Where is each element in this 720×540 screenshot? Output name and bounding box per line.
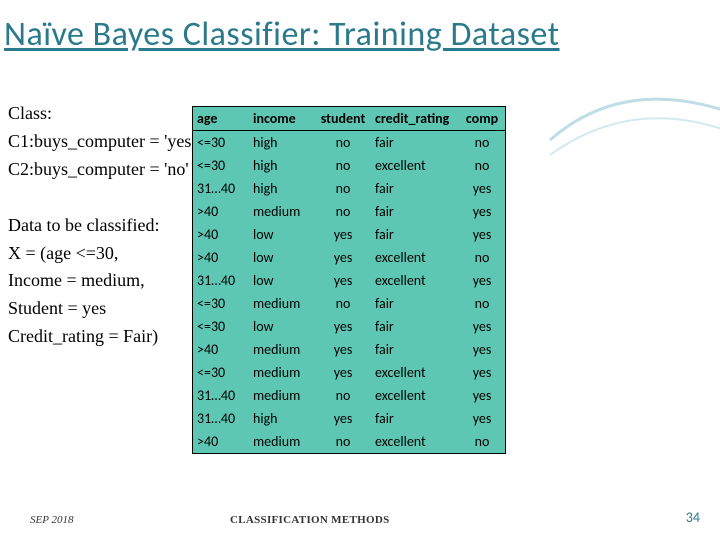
table-cell: >40 <box>193 246 249 269</box>
table-cell: no <box>315 200 371 223</box>
table-cell: fair <box>371 338 459 361</box>
table-cell: high <box>249 407 315 430</box>
table-row: 31…40highnofairyes <box>193 177 505 200</box>
table-row: >40mediumnofairyes <box>193 200 505 223</box>
table-cell: yes <box>315 246 371 269</box>
table-cell: yes <box>459 200 505 223</box>
table-cell: low <box>249 246 315 269</box>
table-cell: >40 <box>193 430 249 453</box>
table-row: <=30highnoexcellentno <box>193 154 505 177</box>
training-table: age income student credit_rating comp <=… <box>192 106 506 454</box>
table-cell: 31…40 <box>193 269 249 292</box>
table-cell: medium <box>249 200 315 223</box>
table-cell: <=30 <box>193 154 249 177</box>
table-cell: low <box>249 315 315 338</box>
table-cell: yes <box>315 338 371 361</box>
table-cell: medium <box>249 430 315 453</box>
table-row: >40mediumyesfairyes <box>193 338 505 361</box>
table-cell: yes <box>315 407 371 430</box>
table-cell: <=30 <box>193 361 249 384</box>
table-cell: yes <box>459 269 505 292</box>
slide-title: Naïve Bayes Classifier: Training Dataset <box>0 0 720 55</box>
table-row: >40lowyesexcellentno <box>193 246 505 269</box>
table-cell: fair <box>371 131 459 155</box>
table-cell: yes <box>459 177 505 200</box>
table-cell: yes <box>459 338 505 361</box>
col-credit: credit_rating <box>371 107 459 131</box>
footer-page: 34 <box>686 509 700 526</box>
table-cell: excellent <box>371 269 459 292</box>
table-cell: >40 <box>193 200 249 223</box>
table-cell: medium <box>249 361 315 384</box>
table-cell: no <box>315 154 371 177</box>
table-cell: yes <box>459 384 505 407</box>
table-cell: >40 <box>193 338 249 361</box>
table-cell: yes <box>315 269 371 292</box>
col-income: income <box>249 107 315 131</box>
table-row: 31…40mediumnoexcellentyes <box>193 384 505 407</box>
table-row: <=30highnofairno <box>193 131 505 155</box>
table-row: 31…40lowyesexcellentyes <box>193 269 505 292</box>
table-cell: <=30 <box>193 131 249 155</box>
table-cell: low <box>249 223 315 246</box>
table-cell: no <box>459 131 505 155</box>
col-age: age <box>193 107 249 131</box>
table-header-row: age income student credit_rating comp <box>193 107 505 131</box>
table-row: <=30mediumnofairno <box>193 292 505 315</box>
col-student: student <box>315 107 371 131</box>
table-cell: no <box>315 292 371 315</box>
table-cell: high <box>249 131 315 155</box>
table-cell: yes <box>315 223 371 246</box>
table-cell: yes <box>315 361 371 384</box>
table-cell: no <box>315 384 371 407</box>
footer-date: SEP 2018 <box>30 514 74 526</box>
table-row: <=30mediumyesexcellentyes <box>193 361 505 384</box>
table-cell: low <box>249 269 315 292</box>
table-cell: 31…40 <box>193 384 249 407</box>
table-cell: excellent <box>371 361 459 384</box>
table-cell: yes <box>315 315 371 338</box>
table-cell: <=30 <box>193 292 249 315</box>
table-cell: no <box>459 292 505 315</box>
table-cell: yes <box>459 407 505 430</box>
table-cell: fair <box>371 407 459 430</box>
table-cell: excellent <box>371 246 459 269</box>
table-cell: >40 <box>193 223 249 246</box>
table-cell: high <box>249 154 315 177</box>
table-cell: fair <box>371 315 459 338</box>
table-cell: no <box>315 131 371 155</box>
table-cell: fair <box>371 177 459 200</box>
table-cell: yes <box>459 315 505 338</box>
table-cell: excellent <box>371 384 459 407</box>
table-cell: no <box>315 177 371 200</box>
table-cell: <=30 <box>193 315 249 338</box>
table-row: >40lowyesfairyes <box>193 223 505 246</box>
table-cell: no <box>459 246 505 269</box>
col-comp: comp <box>459 107 505 131</box>
table-cell: yes <box>459 223 505 246</box>
table-cell: medium <box>249 384 315 407</box>
table-row: 31…40highyesfairyes <box>193 407 505 430</box>
table-row: <=30lowyesfairyes <box>193 315 505 338</box>
footer-title: CLASSIFICATION METHODS <box>230 514 390 526</box>
table-cell: excellent <box>371 154 459 177</box>
table-cell: fair <box>371 292 459 315</box>
table-cell: medium <box>249 292 315 315</box>
table-row: >40mediumnoexcellentno <box>193 430 505 453</box>
table-cell: fair <box>371 200 459 223</box>
table-cell: fair <box>371 223 459 246</box>
table-cell: no <box>459 430 505 453</box>
table-cell: high <box>249 177 315 200</box>
table-cell: excellent <box>371 430 459 453</box>
table-cell: 31…40 <box>193 407 249 430</box>
decorative-swoosh <box>540 60 720 180</box>
table-cell: yes <box>459 361 505 384</box>
table-cell: no <box>315 430 371 453</box>
table-cell: medium <box>249 338 315 361</box>
table-cell: no <box>459 154 505 177</box>
table-cell: 31…40 <box>193 177 249 200</box>
